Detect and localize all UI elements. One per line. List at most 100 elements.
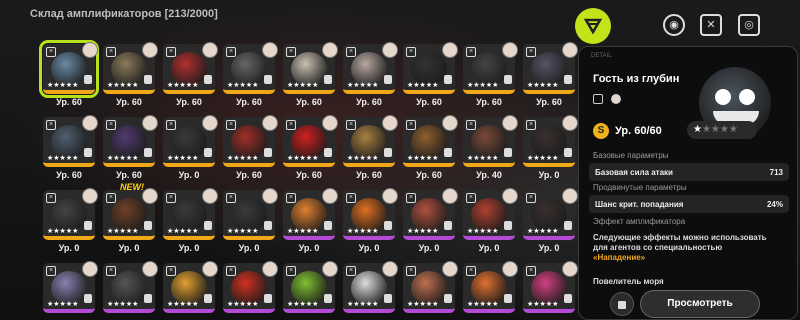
specialty-icon: × <box>346 266 356 276</box>
agent-avatar-icon <box>382 42 398 58</box>
view-button[interactable]: Просмотреть <box>640 290 760 318</box>
amplifier-card[interactable]: × ★★★★★ Ур. 60 <box>400 115 458 188</box>
amplifier-card[interactable]: × ★★★★★ Ур. 0 <box>280 188 338 261</box>
specialty-icon: × <box>406 47 416 57</box>
level-label: Ур. 60 <box>296 170 322 180</box>
lock-icon <box>264 294 272 303</box>
specialty-icon: × <box>466 193 476 203</box>
amplifier-card[interactable]: × ★★★★★ <box>280 261 338 320</box>
tab-manual[interactable]: ◎ <box>738 14 760 36</box>
tab-discs[interactable]: ◉ <box>663 14 685 36</box>
amplifier-card[interactable]: × ★★★★★ Ур. 60 <box>280 115 338 188</box>
amplifier-card[interactable]: × ★★★★★ Ур. 0 <box>340 188 398 261</box>
adv-stat-row: Шанс крит. попадания 24% <box>589 195 789 213</box>
agent-avatar-icon <box>502 188 518 204</box>
amplifier-card[interactable]: × ★★★★★ Ур. 60 <box>460 42 518 115</box>
new-badge: NEW! <box>120 182 144 192</box>
adv-params-heading: Продвинутые параметры <box>593 183 687 192</box>
amplifier-card[interactable]: × ★★★★★ <box>220 261 278 320</box>
amplifier-card[interactable]: × ★★★★★ <box>40 261 98 320</box>
amplifier-card[interactable]: × ★★★★★ Ур. 60 <box>220 115 278 188</box>
amplifier-card[interactable]: × ★★★★★ Ур. 0 <box>520 115 578 188</box>
amplifier-card[interactable]: × ★★★★★ Ур. 0 <box>160 115 218 188</box>
amplifier-card[interactable]: × ★★★★★ Ур. 60 <box>400 42 458 115</box>
amplifier-card[interactable]: × ★★★★★ Ур. 0 <box>40 188 98 261</box>
amplifier-card[interactable]: × ★★★★★ Ур. 60 <box>220 42 278 115</box>
tab-items[interactable]: ✕ <box>700 14 722 36</box>
detail-panel: DETAIL Гость из глубин S Ур. 60/60 ★★★★★… <box>578 46 798 320</box>
amplifier-card[interactable]: × ★★★★★ Ур. 60 <box>340 115 398 188</box>
amplifier-card[interactable]: × ★★★★★ <box>340 261 398 320</box>
amplifier-card[interactable]: × ★★★★★ NEW! Ур. 0 <box>100 182 158 261</box>
amplifier-card[interactable]: × ★★★★★ Ур. 60 <box>280 42 338 115</box>
effect-name: Повелитель моря <box>593 277 664 286</box>
level-text: Ур. 60/60 <box>615 125 662 137</box>
lock-icon <box>504 75 512 84</box>
star-icons: ★★★★★ <box>167 301 199 308</box>
amplifier-card[interactable]: × ★★★★★ <box>100 261 158 320</box>
specialty-icon: × <box>286 193 296 203</box>
amplifier-card[interactable]: × ★★★★★ Ур. 0 <box>520 188 578 261</box>
agent-avatar-icon <box>502 261 518 277</box>
level-label: Ур. 60 <box>236 170 262 180</box>
amplifier-card[interactable]: × ★★★★★ Ур. 0 <box>220 188 278 261</box>
lock-button[interactable] <box>610 292 634 316</box>
agent-avatar-icon <box>502 115 518 131</box>
specialty-icon: × <box>466 120 476 130</box>
specialty-icon: × <box>526 266 536 276</box>
amplifier-card[interactable]: × ★★★★★ <box>520 261 578 320</box>
level-label: Ур. 0 <box>298 243 320 253</box>
star-icons: ★★★★★ <box>47 228 79 235</box>
specialty-icon: × <box>526 193 536 203</box>
amplifier-card[interactable]: × ★★★★★ Ур. 60 <box>100 42 158 115</box>
level-label: Ур. 0 <box>538 243 560 253</box>
agent-avatar-icon <box>142 261 158 277</box>
amplifier-card[interactable]: × ★★★★★ Ур. 0 <box>160 188 218 261</box>
specialty-icon <box>593 94 603 104</box>
level-label: Ур. 60 <box>476 97 502 107</box>
agent-avatar-icon <box>202 42 218 58</box>
lock-icon <box>204 221 212 230</box>
star-icons: ★★★★★ <box>107 155 139 162</box>
amplifier-card[interactable]: × ★★★★★ Ур. 40 <box>460 115 518 188</box>
lock-icon <box>144 148 152 157</box>
tab-amplifiers[interactable] <box>575 8 611 44</box>
amplifier-card[interactable]: × ★★★★★ Ур. 60 <box>40 115 98 188</box>
specialty-icon: × <box>226 266 236 276</box>
star-icons: ★★★★★ <box>107 82 139 89</box>
star-icons: ★★★★★ <box>407 82 439 89</box>
star-icons: ★★★★★ <box>287 228 319 235</box>
lock-icon <box>384 75 392 84</box>
star-icons: ★★★★★ <box>167 155 199 162</box>
level-label: Ур. 60 <box>116 97 142 107</box>
level-label: Ур. 40 <box>476 170 502 180</box>
base-stat-value: 713 <box>769 167 783 177</box>
star-icons: ★★★★★ <box>467 155 499 162</box>
level-label: Ур. 60 <box>176 97 202 107</box>
amplifier-card[interactable]: × ★★★★★ <box>400 261 458 320</box>
amplifier-card[interactable]: × ★★★★★ Ур. 60 <box>39 40 99 115</box>
specialty-icon: × <box>46 47 56 57</box>
specialty-icon: × <box>466 266 476 276</box>
lock-icon <box>144 221 152 230</box>
lock-icon <box>204 294 212 303</box>
lock-icon <box>324 294 332 303</box>
amplifier-card[interactable]: × ★★★★★ <box>460 261 518 320</box>
star-icons: ★★★★★ <box>527 82 559 89</box>
amplifier-card[interactable]: × ★★★★★ Ур. 60 <box>340 42 398 115</box>
amplifier-card[interactable]: × ★★★★★ Ур. 60 <box>100 115 158 188</box>
amplifier-card[interactable]: × ★★★★★ <box>160 261 218 320</box>
star-icons: ★★★★★ <box>347 301 379 308</box>
amplifier-card[interactable]: × ★★★★★ Ур. 0 <box>400 188 458 261</box>
effect-description: Следующие эффекты можно использовать для… <box>593 233 767 262</box>
lock-icon <box>204 75 212 84</box>
specialty-icon: × <box>106 193 116 203</box>
panel-tag: DETAIL <box>591 53 612 59</box>
specialty-icon: × <box>226 193 236 203</box>
action-bar: Просмотреть <box>578 288 798 320</box>
refinement-stars: ★★★★★ <box>687 121 757 139</box>
amplifier-card[interactable]: × ★★★★★ Ур. 60 <box>520 42 578 115</box>
level-label: Ур. 60 <box>416 97 442 107</box>
amplifier-card[interactable]: × ★★★★★ Ур. 0 <box>460 188 518 261</box>
amplifier-card[interactable]: × ★★★★★ Ур. 60 <box>160 42 218 115</box>
